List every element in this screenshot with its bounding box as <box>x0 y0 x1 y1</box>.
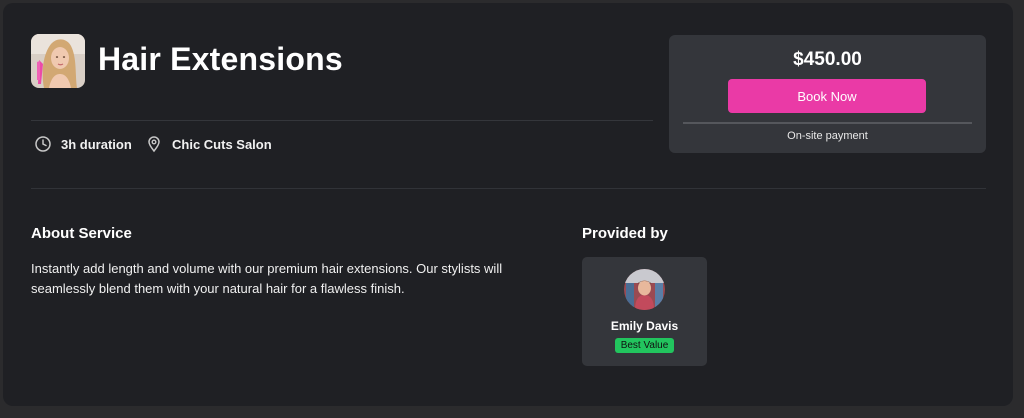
book-now-button[interactable]: Book Now <box>728 79 926 113</box>
payment-note: On-site payment <box>787 130 868 142</box>
provider-card[interactable]: Emily Davis Best Value <box>582 257 707 366</box>
divider <box>31 120 653 121</box>
divider <box>683 122 972 124</box>
clock-icon <box>34 135 52 153</box>
about-heading: About Service <box>31 225 132 242</box>
location-text: Chic Cuts Salon <box>172 136 272 152</box>
section-divider <box>31 188 986 189</box>
location-info: Chic Cuts Salon <box>145 134 272 154</box>
price: $450.00 <box>793 49 862 70</box>
service-title: Hair Extensions <box>98 41 343 77</box>
booking-panel: $450.00 Book Now On-site payment <box>669 35 986 153</box>
duration-info: 3h duration <box>34 134 132 154</box>
duration-text: 3h duration <box>61 136 132 152</box>
service-thumbnail <box>31 34 85 88</box>
avatar <box>624 269 665 310</box>
about-description: Instantly add length and volume with our… <box>31 261 503 296</box>
status-badge: Best Value <box>615 338 674 353</box>
location-pin-icon <box>145 135 163 153</box>
provider-name: Emily Davis <box>610 319 679 333</box>
provided-by-heading: Provided by <box>582 225 668 242</box>
service-detail-card: Hair Extensions 3h duration Chic Cuts Sa… <box>3 3 1013 406</box>
